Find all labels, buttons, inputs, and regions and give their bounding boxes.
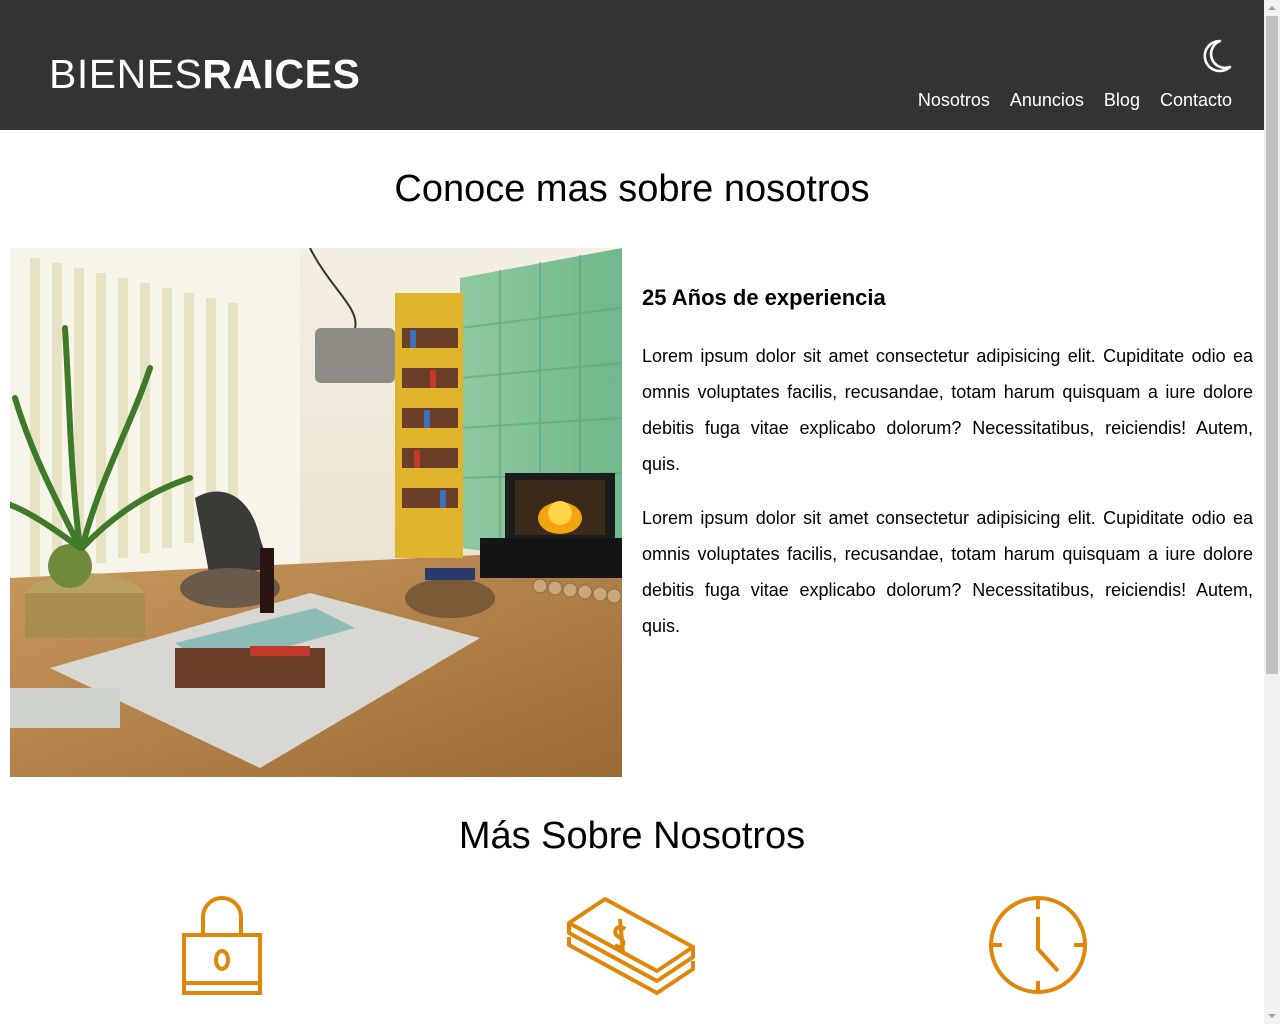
nav-link-contacto[interactable]: Contacto <box>1160 88 1232 112</box>
living-room-image <box>10 248 622 777</box>
about-title: Conoce mas sobre nosotros <box>394 168 870 210</box>
scrollbar-thumb[interactable] <box>1266 16 1278 674</box>
feature-time <box>968 890 1108 1000</box>
feature-security <box>152 890 292 1000</box>
logo-text-light: BIENES <box>49 51 203 97</box>
nav-link-blog[interactable]: Blog <box>1104 88 1140 112</box>
feature-price <box>561 890 701 1000</box>
moon-icon <box>1203 39 1232 73</box>
nav-link-nosotros[interactable]: Nosotros <box>918 88 990 112</box>
site-logo[interactable]: BIENESRAICES <box>49 54 360 95</box>
scroll-down-arrow-icon[interactable] <box>1264 1008 1280 1024</box>
about-paragraph-2: Lorem ipsum dolor sit amet consectetur a… <box>642 508 1253 636</box>
features-icons <box>0 890 1264 1000</box>
clock-icon <box>989 896 1087 994</box>
dark-mode-toggle[interactable] <box>1196 36 1236 76</box>
site-header: BIENESRAICES Nosotros Anuncios Blog Cont… <box>0 0 1264 130</box>
experience-heading: 25 Años de experiencia <box>642 285 886 310</box>
nav-link-anuncios[interactable]: Anuncios <box>1010 88 1084 112</box>
scroll-up-arrow-icon[interactable] <box>1264 0 1280 16</box>
about-paragraph-1: Lorem ipsum dolor sit amet consectetur a… <box>642 346 1253 474</box>
living-room-illustration <box>10 248 622 777</box>
money-icon <box>567 897 695 995</box>
page-scrollbar[interactable] <box>1264 0 1280 1024</box>
logo-text-bold: RAICES <box>202 51 361 97</box>
main-nav: Nosotros Anuncios Blog Contacto <box>918 88 1232 112</box>
about-text: 25 Años de experiencia Lorem ipsum dolor… <box>642 276 1253 644</box>
more-about-title: Más Sobre Nosotros <box>458 815 806 857</box>
lock-icon <box>182 896 262 995</box>
